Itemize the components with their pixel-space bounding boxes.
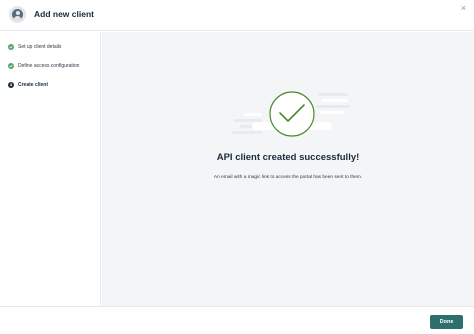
add-client-dialog: Add new client × Set up client details D… xyxy=(0,0,474,334)
main-content: API client created successfully! An emai… xyxy=(102,32,474,306)
step-label: Define access configuration xyxy=(18,63,80,69)
dialog-footer: Done xyxy=(0,306,474,334)
step-label: Set up client details xyxy=(18,44,62,50)
stepper-sidebar: Set up client details Define access conf… xyxy=(0,32,101,306)
check-circle-icon xyxy=(8,63,14,69)
dialog-title: Add new client xyxy=(34,9,94,19)
dialog-header: Add new client × xyxy=(0,0,474,31)
done-button[interactable]: Done xyxy=(430,315,463,329)
checkmark-circle-icon xyxy=(232,91,350,137)
success-title: API client created successfully! xyxy=(216,152,360,163)
step-label: Create client xyxy=(18,82,49,88)
check-circle-icon xyxy=(8,44,14,50)
step-set-up-client-details[interactable]: Set up client details xyxy=(8,42,61,52)
user-icon xyxy=(9,6,26,23)
step-number-badge: 3 xyxy=(8,82,14,88)
close-icon[interactable]: × xyxy=(459,4,468,13)
success-message: An email with a magic link to access the… xyxy=(213,175,363,180)
step-create-client[interactable]: 3 Create client xyxy=(8,80,48,90)
step-define-access-configuration[interactable]: Define access configuration xyxy=(8,61,79,71)
